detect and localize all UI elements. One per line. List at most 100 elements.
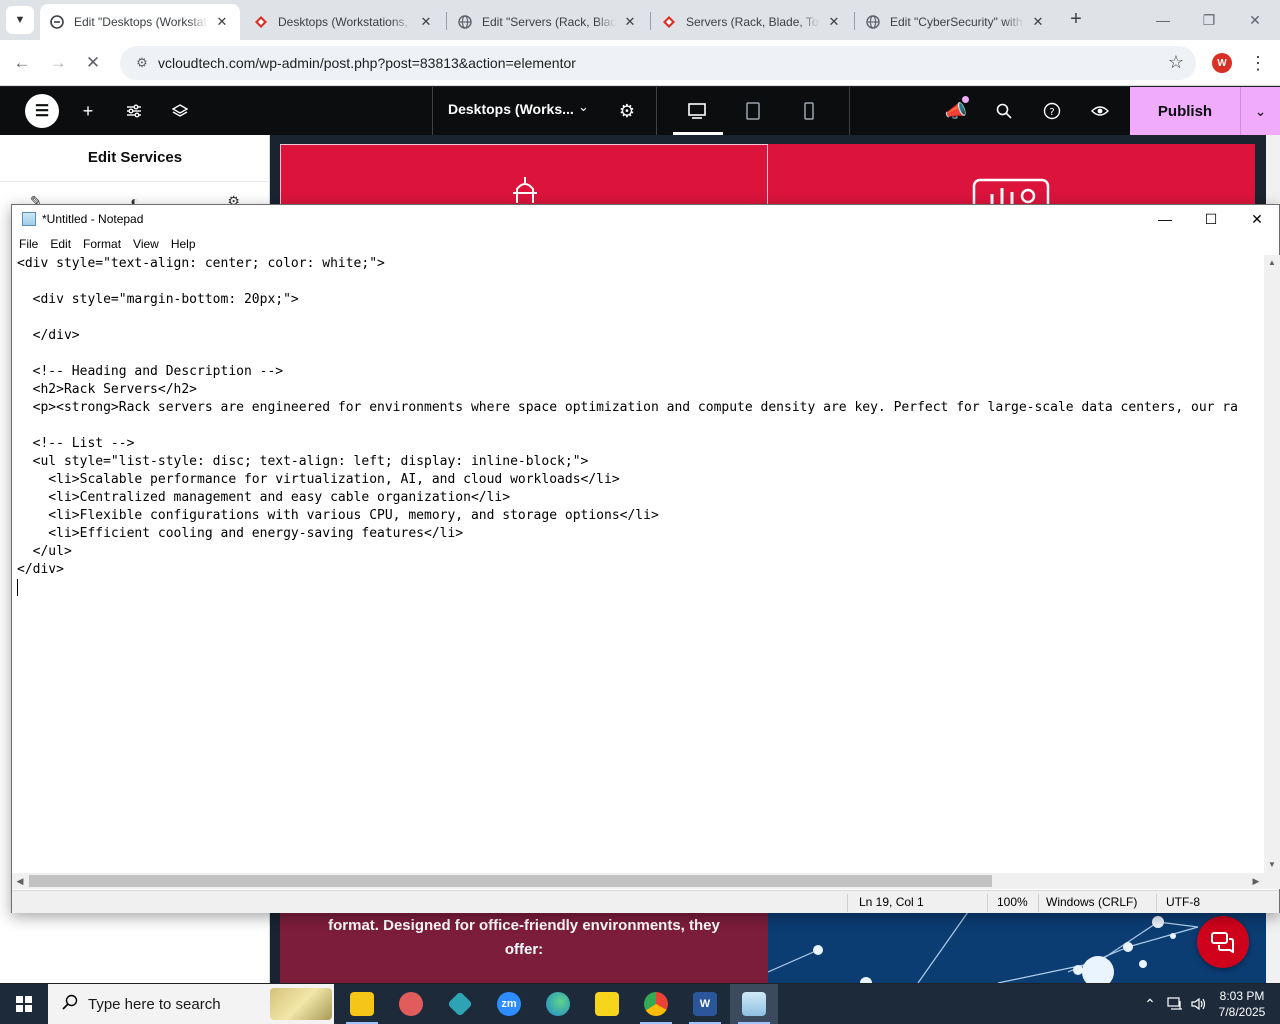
menu-help[interactable]: Help <box>171 237 196 251</box>
clock-date: 7/8/2025 <box>1218 1005 1266 1019</box>
text-line: </div> <box>17 562 64 577</box>
search-icon[interactable] <box>990 97 1018 125</box>
globe-icon <box>866 15 880 29</box>
preview-eye-icon[interactable] <box>1086 97 1114 125</box>
encoding: UTF-8 <box>1166 895 1200 909</box>
tablet-device-icon[interactable] <box>739 97 767 125</box>
browser-menu-icon[interactable]: ⋮ <box>1248 50 1268 76</box>
forward-button[interactable]: → <box>45 50 71 76</box>
tab-title: Edit "CyberSecurity" with Elementor <box>890 15 1024 29</box>
close-window-button[interactable]: ✕ <box>1232 0 1278 40</box>
elementor-icon <box>50 15 64 29</box>
close-icon[interactable]: ✕ <box>418 14 434 30</box>
notepad-icon[interactable] <box>730 984 778 1024</box>
text-line: <p><strong>Rack servers are engineered f… <box>17 400 1238 415</box>
zoom-level: 100% <box>997 895 1028 909</box>
file-explorer-icon[interactable] <box>338 984 386 1024</box>
site-info-icon[interactable]: ⚙ <box>128 55 156 71</box>
document-title[interactable]: Desktops (Works... <box>448 101 574 117</box>
restore-button[interactable]: ❐ <box>1186 0 1232 40</box>
minimize-button[interactable]: — <box>1140 0 1186 40</box>
text-line: </ul> <box>17 544 72 559</box>
edge-icon[interactable] <box>534 984 582 1024</box>
page-settings-gear-icon[interactable]: ⚙ <box>613 97 641 125</box>
help-icon[interactable]: ? <box>1038 97 1066 125</box>
horizontal-scrollbar[interactable]: ◀ ▶ <box>12 873 1264 889</box>
text-line: <h2>Rack Servers</h2> <box>17 382 198 397</box>
browser-tab[interactable]: Edit "CyberSecurity" with Elementor ✕ <box>856 4 1056 40</box>
start-button[interactable] <box>0 984 48 1024</box>
notepad-title-bar[interactable]: *Untitled - Notepad <box>12 205 1279 233</box>
notepad-icon <box>22 212 36 226</box>
chat-bubble-icon[interactable] <box>1197 916 1249 968</box>
zoom-icon[interactable]: zm <box>485 984 533 1024</box>
close-icon[interactable]: ✕ <box>1030 14 1046 30</box>
tab-search-button[interactable]: ▼ <box>6 6 34 34</box>
description-line: offer: <box>504 941 544 958</box>
app-tile <box>644 992 668 1016</box>
maximize-button[interactable]: ☐ <box>1188 205 1234 233</box>
search-highlight-image[interactable] <box>270 988 332 1020</box>
publish-button[interactable]: Publish <box>1130 87 1240 135</box>
cursor-position: Ln 19, Col 1 <box>859 895 924 909</box>
profile-avatar[interactable]: W <box>1212 53 1232 73</box>
elementor-top-bar: ☰ + Desktops (Works... ⌄ ⚙ 📣 ? Publish ⌄ <box>0 87 1280 135</box>
mobile-device-icon[interactable] <box>795 97 823 125</box>
line-ending: Windows (CRLF) <box>1046 895 1138 909</box>
menu-file[interactable]: File <box>19 237 38 251</box>
chevron-down-icon[interactable]: ⌄ <box>578 99 589 115</box>
vertical-scrollbar[interactable]: ▲ ▼ <box>1264 255 1280 873</box>
text-line: <ul style="list-style: disc; text-align:… <box>17 454 589 469</box>
text-line: <div style="margin-bottom: 20px;"> <box>17 292 299 307</box>
scroll-up-arrow-icon[interactable]: ▲ <box>1264 255 1280 271</box>
show-hidden-icons-chevron-icon[interactable]: ⌃ <box>1140 984 1160 1024</box>
search-icon <box>60 994 80 1014</box>
close-icon[interactable]: ✕ <box>622 14 638 30</box>
stop-loading-button[interactable]: ✕ <box>80 50 106 76</box>
close-icon[interactable]: ✕ <box>826 14 842 30</box>
system-clock[interactable]: 8:03 PM 7/8/2025 <box>1208 988 1276 1020</box>
menu-view[interactable]: View <box>133 237 159 251</box>
desktop-device-icon[interactable] <box>683 97 711 125</box>
publish-options-chevron-icon[interactable]: ⌄ <box>1240 87 1280 135</box>
scroll-left-arrow-icon[interactable]: ◀ <box>12 873 28 889</box>
notepad-menu-bar: File Edit Format View Help <box>12 233 1279 254</box>
address-bar[interactable]: ⚙ vcloudtech.com/wp-admin/post.php?post=… <box>120 46 1196 80</box>
minimize-button[interactable]: — <box>1142 205 1188 233</box>
url-text[interactable]: vcloudtech.com/wp-admin/post.php?post=83… <box>158 55 576 71</box>
menu-edit[interactable]: Edit <box>50 237 71 251</box>
scroll-right-arrow-icon[interactable]: ▶ <box>1248 873 1264 889</box>
browser-tab[interactable]: Edit "Desktops (Workstations)" ✕ <box>40 4 240 40</box>
site-settings-icon[interactable] <box>120 97 148 125</box>
new-tab-button[interactable]: + <box>1064 8 1088 32</box>
volume-icon[interactable] <box>1188 984 1210 1024</box>
elementor-logo-icon[interactable]: ☰ <box>25 94 59 128</box>
close-icon[interactable]: ✕ <box>214 14 230 30</box>
browser-tab[interactable]: Edit "Servers (Rack, Blade, Tower)" ✕ <box>448 4 648 40</box>
notepad-text-area[interactable]: <div style="text-align: center; color: w… <box>12 255 1264 873</box>
horizontal-scroll-thumb[interactable] <box>29 875 992 887</box>
tab-title: Desktops (Workstations, All-in-One) <box>278 15 412 29</box>
app-diamond-icon[interactable] <box>436 984 484 1024</box>
scroll-down-arrow-icon[interactable]: ▼ <box>1264 857 1280 873</box>
browser-tab[interactable]: Servers (Rack, Blade, Tower) ✕ <box>652 4 852 40</box>
back-button[interactable]: ← <box>9 50 35 76</box>
bookmark-star-icon[interactable]: ☆ <box>1168 52 1184 73</box>
service-card-description: format. Designed for office-friendly env… <box>280 912 768 983</box>
sticky-notes-icon[interactable] <box>583 984 631 1024</box>
browser-tab[interactable]: Desktops (Workstations, All-in-One) ✕ <box>244 4 444 40</box>
chrome-icon[interactable] <box>632 984 680 1024</box>
site-icon <box>254 15 268 29</box>
network-icon[interactable] <box>1164 984 1186 1024</box>
taskbar-search-box[interactable]: Type here to search <box>48 984 334 1024</box>
snipping-tool-icon[interactable] <box>387 984 435 1024</box>
structure-layers-icon[interactable] <box>166 97 194 125</box>
add-element-icon[interactable]: + <box>74 97 102 125</box>
app-tile: zm <box>497 992 521 1016</box>
tab-separator <box>854 12 855 30</box>
word-icon[interactable]: W <box>681 984 729 1024</box>
text-line: <!-- List --> <box>17 436 135 451</box>
close-button[interactable]: ✕ <box>1234 205 1280 233</box>
tab-title: Edit "Servers (Rack, Blade, Tower)" <box>482 15 616 29</box>
menu-format[interactable]: Format <box>83 237 121 251</box>
